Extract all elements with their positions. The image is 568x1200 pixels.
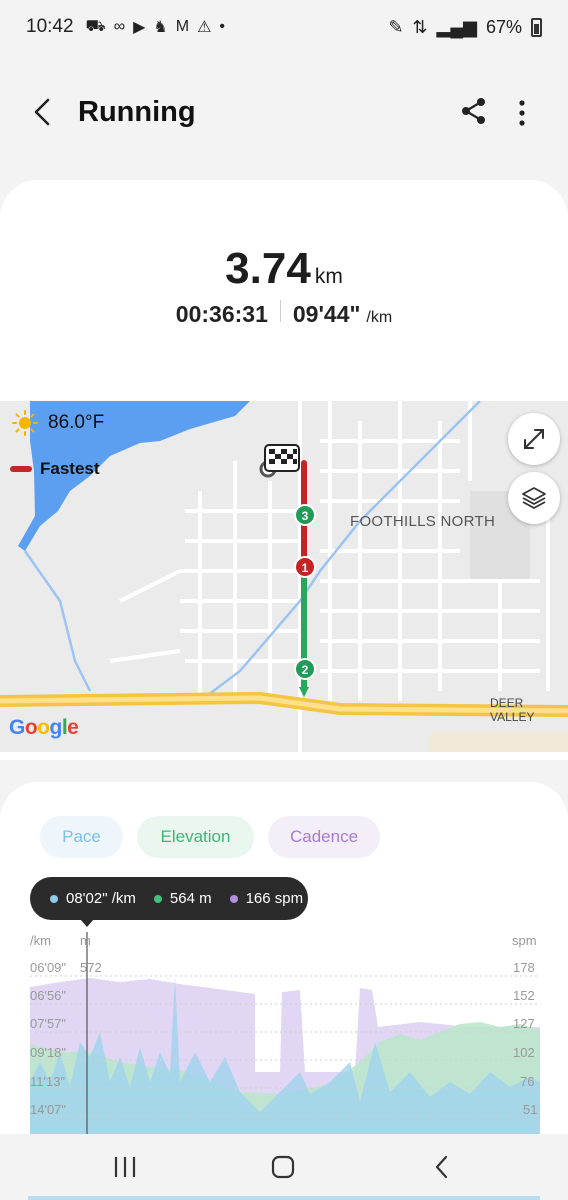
more-dot-icon: • [219,18,226,35]
layers-icon [522,487,546,509]
cadence-tick: 127 [513,1016,535,1031]
pace-tick: 09'18" [30,1045,67,1060]
cadence-tick: 152 [513,988,535,1003]
cadence-tick: 76 [520,1074,535,1089]
distance-value: 3.74 [225,244,311,293]
route-map[interactable]: 3 1 2 [0,401,568,752]
cadence-dot [229,894,238,903]
svg-text:1: 1 [302,561,309,575]
weather-info: 86.0°F [12,410,104,436]
km-marker-1: 1 [294,556,316,578]
app-bar: Running [0,84,568,142]
tooltip-pointer [80,919,94,927]
pace-tick: 07'57" [30,1016,67,1031]
voicemail-icon: ∞ [113,18,126,35]
axis-unit-cadence: spm [512,933,537,948]
cadence-tick: 102 [513,1045,535,1060]
tab-pace[interactable]: Pace [40,816,123,858]
status-bar: 10:42 ⛟ ∞ ▶ ♞ M ⚠ • ✎ ⇅ ▂▄▆ 67% [0,0,568,54]
expand-icon [524,429,544,449]
finish-flag-icon [264,444,300,472]
cadence-tick: 178 [513,960,535,975]
legend-label: Fastest [40,459,100,478]
tab-cadence[interactable]: Cadence [268,816,380,858]
back-icon[interactable] [28,94,58,130]
app-icon: ♞ [153,19,168,36]
pace-tick: 06'56" [30,988,67,1003]
road-label: DEER VALLEY [490,696,535,724]
svg-text:2: 2 [302,663,309,677]
battery-icon [531,17,542,37]
duration-value: 00:36:31 [175,301,268,327]
home-icon[interactable] [268,1152,298,1182]
distance-unit: km [314,265,343,288]
signal-icon: ▂▄▆ [436,16,477,37]
google-logo: Google [9,716,79,739]
warning-icon: ⚠ [197,19,212,36]
battery-percent: 67% [485,16,522,37]
youtube-icon: ▶ [133,19,146,36]
chart-bottom-strip [28,1196,540,1200]
fastest-swatch [10,466,32,472]
pace-value: 09'44" [292,301,361,327]
more-options-icon[interactable] [510,96,534,130]
cadence-tick: 51 [523,1102,538,1117]
km-marker-2: 2 [294,658,316,680]
back-nav-icon[interactable] [427,1152,457,1182]
duration-pace-row: 00:36:31 09'44" /km [0,300,568,328]
car-icon: ⛟ [85,18,106,35]
sun-icon [12,410,38,436]
map-layers-button[interactable] [508,472,560,524]
page-title: Running [78,96,196,128]
share-icon[interactable] [459,96,489,126]
expand-map-button[interactable] [508,413,560,465]
divider [279,300,281,322]
svg-text:3: 3 [302,509,309,523]
status-time: 10:42 [26,16,74,37]
edit-icon: ✎ [388,16,404,37]
tooltip-pace: 08'02" /km [66,890,136,907]
data-icon: ⇅ [412,16,428,37]
pace-tick: 14'07" [30,1102,67,1117]
tooltip-elevation: 564 m [169,890,212,907]
area-label: FOOTHILLS NORTH [350,513,496,530]
tooltip-cadence: 166 spm [245,890,304,907]
notification-icons: ⛟ ∞ ▶ ♞ M ⚠ • [86,17,225,37]
pace-unit: /km [366,309,393,326]
km-marker-3: 3 [294,504,316,526]
temperature: 86.0°F [48,412,105,433]
pace-tick: 06'09" [30,960,67,975]
axis-unit-pace: /km [30,933,51,948]
pace-tick: 11'13" [30,1074,66,1089]
map-legend: Fastest [10,459,100,479]
elevation-dot [153,894,162,903]
distance-display: 3.74 km [0,244,568,294]
pace-dot [50,894,58,903]
gmail-icon: M [175,18,190,35]
tab-elevation[interactable]: Elevation [137,816,254,858]
chart-tooltip: 08'02" /km 564 m 166 spm [30,877,308,920]
elevation-tick: 572 [80,960,102,975]
recent-apps-icon[interactable] [110,1152,140,1182]
axis-unit-elevation: m [80,933,91,948]
